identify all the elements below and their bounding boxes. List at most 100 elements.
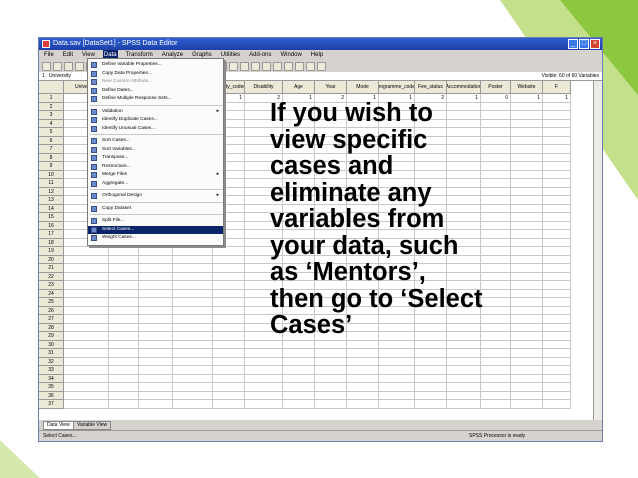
grid-cell[interactable] (511, 391, 543, 400)
grid-cell[interactable] (447, 383, 481, 392)
toolbar-icon[interactable] (306, 61, 315, 71)
grid-cell[interactable] (481, 374, 511, 383)
grid-cell[interactable] (173, 400, 213, 409)
grid-cell[interactable] (213, 332, 245, 341)
grid-cell[interactable] (64, 323, 109, 332)
grid-cell[interactable] (109, 366, 139, 375)
toolbar-icon[interactable] (273, 61, 282, 71)
grid-cell[interactable] (543, 187, 571, 196)
grid-cell[interactable] (173, 332, 213, 341)
grid-cell[interactable] (415, 400, 447, 409)
tab-variable-view[interactable]: Variable View (73, 421, 112, 430)
grid-cell[interactable] (543, 272, 571, 281)
grid-cell[interactable] (213, 281, 245, 290)
data-menu-item[interactable]: Copy Dataset (88, 205, 223, 213)
grid-cell[interactable] (543, 111, 571, 120)
grid-cell[interactable] (543, 289, 571, 298)
grid-cell[interactable] (447, 391, 481, 400)
grid-cell[interactable] (213, 374, 245, 383)
grid-cell[interactable] (64, 281, 109, 290)
grid-cell[interactable] (481, 400, 511, 409)
grid-cell[interactable] (64, 298, 109, 307)
grid-cell[interactable] (139, 247, 173, 256)
grid-cell[interactable]: 1 (543, 94, 571, 103)
grid-cell[interactable] (543, 264, 571, 273)
vertical-scrollbar[interactable] (593, 81, 602, 420)
grid-cell[interactable] (543, 255, 571, 264)
grid-cell[interactable] (283, 374, 315, 383)
grid-cell[interactable] (543, 315, 571, 324)
grid-cell[interactable] (543, 332, 571, 341)
grid-cell[interactable] (139, 340, 173, 349)
row-number[interactable]: 35 (39, 383, 64, 392)
grid-cell[interactable] (283, 391, 315, 400)
grid-cell[interactable] (543, 238, 571, 247)
data-menu-item[interactable]: Split File... (88, 217, 223, 225)
grid-cell[interactable] (64, 374, 109, 383)
grid-cell[interactable] (139, 281, 173, 290)
grid-cell[interactable] (347, 383, 379, 392)
menu-window[interactable]: Window (279, 50, 302, 60)
grid-cell[interactable] (213, 306, 245, 315)
grid-cell[interactable] (64, 340, 109, 349)
grid-cell[interactable] (543, 374, 571, 383)
row-number[interactable]: 8 (39, 153, 64, 162)
column-header[interactable]: Mode (347, 81, 379, 94)
grid-cell[interactable] (109, 383, 139, 392)
grid-cell[interactable] (64, 400, 109, 409)
grid-cell[interactable] (64, 366, 109, 375)
grid-cell[interactable] (64, 349, 109, 358)
row-number[interactable]: 28 (39, 323, 64, 332)
grid-cell[interactable] (109, 281, 139, 290)
column-header[interactable]: Programme_coded (379, 81, 415, 94)
grid-cell[interactable] (64, 255, 109, 264)
maximize-button[interactable]: □ (579, 39, 589, 49)
grid-cell[interactable] (379, 383, 415, 392)
grid-cell[interactable] (173, 255, 213, 264)
grid-cell[interactable] (543, 119, 571, 128)
grid-cell[interactable] (139, 255, 173, 264)
toolbar-icon[interactable] (53, 61, 62, 71)
grid-cell[interactable] (543, 391, 571, 400)
data-menu-item[interactable]: Identify Duplicate Cases... (88, 116, 223, 124)
grid-cell[interactable] (415, 391, 447, 400)
grid-cell[interactable] (109, 323, 139, 332)
data-menu-item[interactable]: Define Dates... (88, 87, 223, 95)
grid-cell[interactable] (139, 298, 173, 307)
grid-cell[interactable] (543, 213, 571, 222)
grid-cell[interactable] (315, 391, 347, 400)
grid-cell[interactable] (543, 145, 571, 154)
grid-cell[interactable] (64, 306, 109, 315)
row-number[interactable]: 18 (39, 238, 64, 247)
row-number[interactable]: 13 (39, 196, 64, 205)
grid-cell[interactable] (173, 383, 213, 392)
grid-cell[interactable] (213, 400, 245, 409)
row-number[interactable]: 30 (39, 340, 64, 349)
grid-cell[interactable] (415, 374, 447, 383)
grid-cell[interactable] (245, 391, 283, 400)
grid-cell[interactable] (139, 272, 173, 281)
grid-cell[interactable] (543, 102, 571, 111)
grid-cell[interactable] (173, 374, 213, 383)
row-number[interactable]: 25 (39, 298, 64, 307)
data-menu-item[interactable]: Define Multiple Response Sets... (88, 95, 223, 103)
grid-cell[interactable] (347, 400, 379, 409)
grid-cell[interactable] (543, 349, 571, 358)
grid-cell[interactable] (543, 221, 571, 230)
toolbar-icon[interactable] (251, 61, 260, 71)
grid-cell[interactable] (543, 340, 571, 349)
grid-cell[interactable] (139, 391, 173, 400)
row-number[interactable]: 24 (39, 289, 64, 298)
row-number[interactable]: 20 (39, 255, 64, 264)
grid-cell[interactable] (543, 204, 571, 213)
grid-cell[interactable] (139, 366, 173, 375)
grid-cell[interactable] (173, 315, 213, 324)
toolbar-icon[interactable] (229, 61, 238, 71)
row-number[interactable]: 14 (39, 204, 64, 213)
tab-data-view[interactable]: Data View (43, 421, 74, 430)
row-number[interactable]: 12 (39, 187, 64, 196)
row-number[interactable]: 17 (39, 230, 64, 239)
grid-cell[interactable] (315, 383, 347, 392)
minimize-button[interactable]: _ (568, 39, 578, 49)
column-header[interactable]: Year (315, 81, 347, 94)
